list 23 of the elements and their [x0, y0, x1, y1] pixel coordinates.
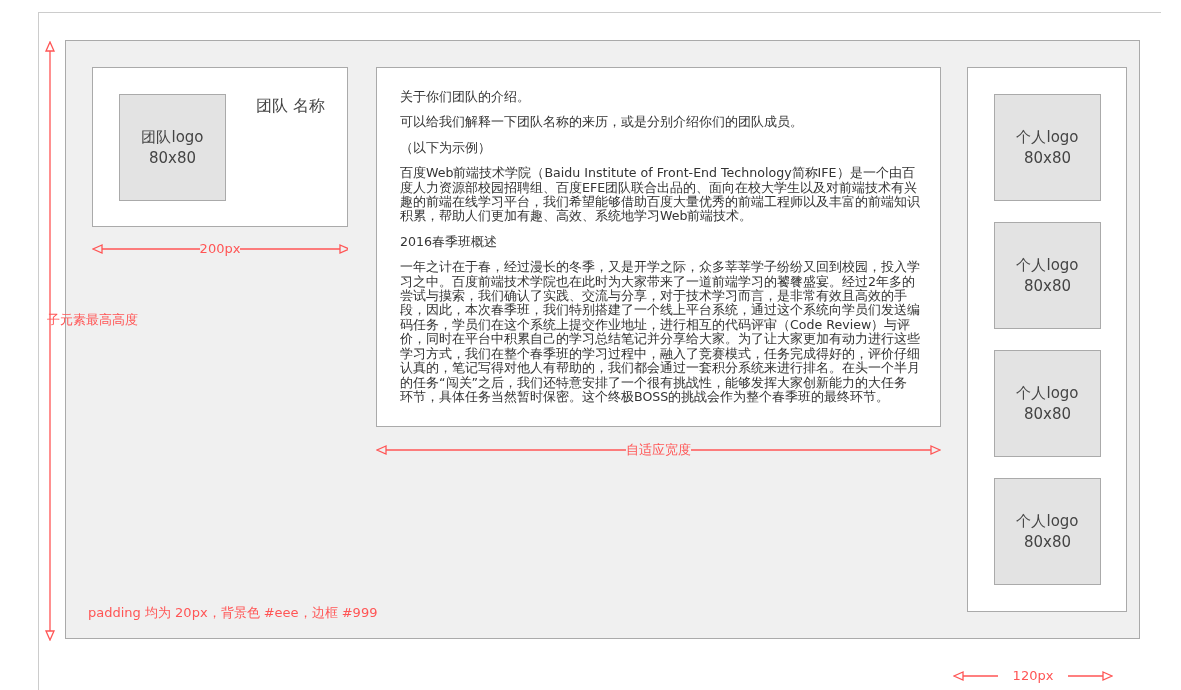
logo-caption: 80x80	[148, 147, 197, 169]
logo-caption: 团队logo	[141, 126, 204, 148]
dimension-label: 200px	[199, 241, 241, 256]
arrow	[1068, 670, 1113, 681]
logo-caption: 个人logo	[1016, 126, 1079, 148]
dimension-label: 120px	[1012, 668, 1054, 683]
paragraph: 百度Web前端技术学院（Baidu Institute of Front-End Technology简称IFE）是一个由百度人力资源部校园招聘组、百度EFE团队联合出品的、面向在校大学生以及对前端技术有兴趣的前端在线学习平台，我们希望能够借助百度大量优秀的前端工程师以及丰富的前端知识积累，帮助人们更加有趣、高效、系统地学习Web前端技术。	[400, 166, 920, 224]
arrow	[953, 670, 998, 681]
logo-caption: 个人logo	[1016, 254, 1079, 276]
dimension-label: 自适应宽度	[626, 441, 691, 460]
logo-caption: 80x80	[1023, 403, 1072, 425]
logo-caption: 个人logo	[1016, 510, 1079, 532]
logo-caption: 个人logo	[1016, 382, 1079, 404]
paragraph: 可以给我们解释一下团队名称的来历，或是分别介绍你们的团队成员。	[400, 115, 804, 130]
logo-caption: 80x80	[1023, 147, 1072, 169]
paragraph: （以下为示例）	[400, 140, 492, 156]
paragraph: 一年之计在于春，经过漫长的冬季，又是开学之际，众多莘莘学子纷纷又回到校园，投入学习之中。百度前端技术学院也在此时为大家带来了一道前端学习的饕餮盛宴。经过2年多的尝试与摸索，我们确认了实践、交流与分享，对于技术学习而言，是非常有效且高效的手段，因此，本次春季班，我们特别搭建了一个线上平台系统，通过这个系统向学员们发送编码任务，学员们在这个系统上提交作业地址，进行相互的代码评审（Code Review）与评价，同时在平台中积累自己的学习总结笔记并分享给大家。为了让大家更加有动力进行这些学习方式，我们在整个春季班的学习过程中，融入了竞赛模式，任务完成得好的，评价仔细认真的，笔记写得对他人有帮助的，我们都会通过一套积分系统来进行排名。在头一个半月的任务“闯关”之后，我们还特意安排了一个很有挑战性，能够发挥大家创新能力的大任务环节，具体任务当然暂时保密。这个终极BOSS的挑战会作为整个春季班的最终环节。	[400, 260, 920, 405]
paragraph: 关于你们团队的介绍。	[400, 90, 531, 105]
logo-caption: 80x80	[1023, 531, 1072, 553]
team-name: 团队 名称	[255, 96, 325, 117]
paragraph: 2016春季班概述	[400, 234, 499, 250]
logo-caption: 80x80	[1023, 275, 1072, 297]
annotation-note: padding 均为 20px，背景色 #eee，边框 #999	[88, 604, 378, 622]
